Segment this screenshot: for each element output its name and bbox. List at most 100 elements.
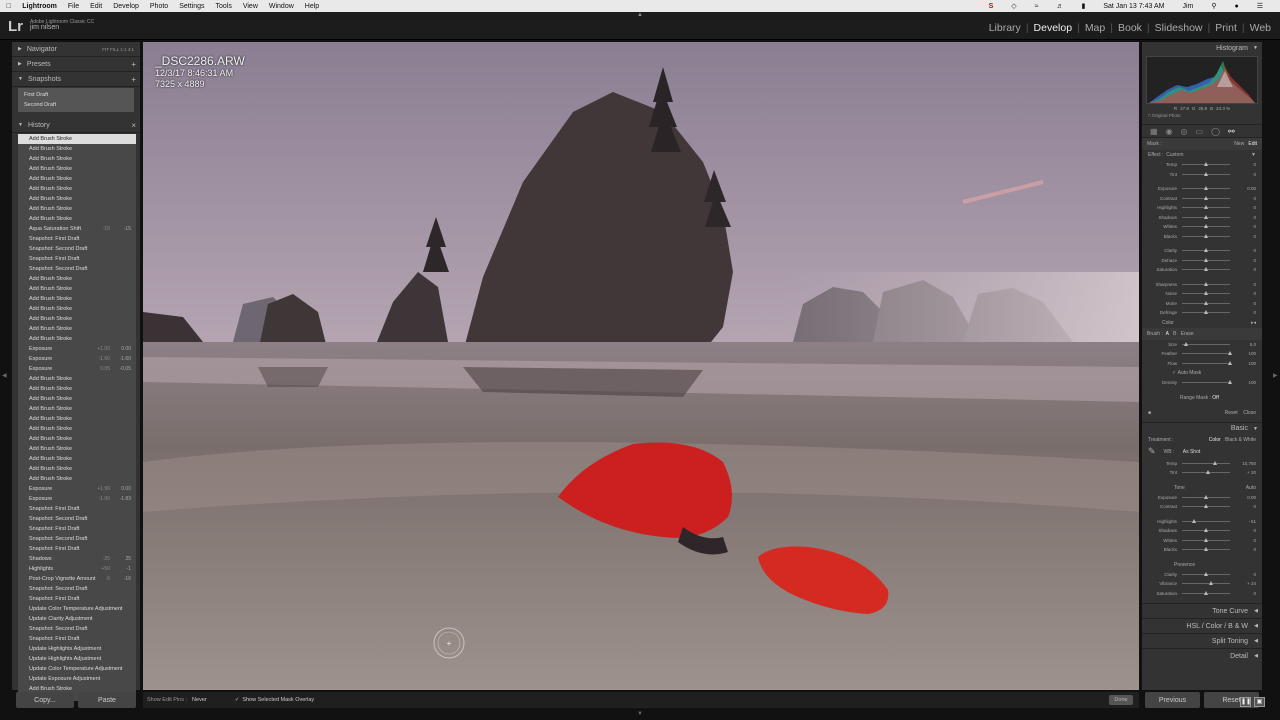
mask-new[interactable]: New xyxy=(1234,141,1244,147)
slider-value[interactable]: 0 xyxy=(1253,547,1256,552)
crop-icon[interactable]: ▦ xyxy=(1150,127,1158,136)
slider-thumb[interactable] xyxy=(1203,281,1208,286)
radial-filter-icon[interactable]: ◯ xyxy=(1211,127,1220,136)
history-item[interactable]: Add Brush Stroke xyxy=(18,374,136,384)
snapshot-item[interactable]: First Draft xyxy=(24,90,128,100)
slider-value[interactable]: 5.0 xyxy=(1250,342,1256,347)
battery-icon[interactable]: ▮ xyxy=(1081,2,1085,10)
slider-thumb[interactable] xyxy=(1203,310,1208,314)
module-slideshow[interactable]: Slideshow xyxy=(1150,22,1208,34)
slider-thumb[interactable] xyxy=(1203,547,1208,551)
history-item[interactable]: Snapshot: First Draft xyxy=(18,594,136,604)
slider-value[interactable]: 0 xyxy=(1253,248,1256,253)
slider-thumb[interactable] xyxy=(1227,380,1232,384)
module-develop[interactable]: Develop xyxy=(1029,22,1078,34)
history-item[interactable]: Add Brush Stroke xyxy=(18,424,136,434)
slider-value[interactable]: 0 xyxy=(1253,572,1256,577)
history-item[interactable]: Snapshot: Second Draft xyxy=(18,244,136,254)
history-item[interactable]: Snapshot: Second Draft xyxy=(18,584,136,594)
slider-value[interactable]: 100 xyxy=(1248,351,1256,356)
history-item[interactable]: Snapshot: Second Draft xyxy=(18,534,136,544)
slider-thumb[interactable] xyxy=(1203,162,1208,166)
slider-value[interactable]: 0 xyxy=(1253,591,1256,596)
history-item[interactable]: Add Brush Stroke xyxy=(18,284,136,294)
previous-button[interactable]: Previous xyxy=(1145,692,1200,708)
slider-value[interactable]: 0 xyxy=(1253,172,1256,177)
copy-button[interactable]: Copy... xyxy=(16,692,74,708)
history-item[interactable]: Snapshot: First Draft xyxy=(18,254,136,264)
histogram-header[interactable]: Histogram ▼ xyxy=(1142,42,1262,54)
brush-erase[interactable]: Erase xyxy=(1181,331,1194,337)
history-item[interactable]: Exposure +1.00 0.00 xyxy=(18,344,136,354)
history-item[interactable]: Snapshot: First Draft xyxy=(18,234,136,244)
effect-toggle-icon[interactable]: ▼ xyxy=(1251,152,1256,158)
slider-thumb[interactable] xyxy=(1203,528,1208,532)
history-item[interactable]: Update Clarity Adjustment xyxy=(18,614,136,624)
history-item[interactable]: Add Brush Stroke xyxy=(18,154,136,164)
history-item[interactable]: Snapshot: First Draft xyxy=(18,634,136,644)
user-name[interactable]: Jim xyxy=(1182,3,1193,10)
adjustment-brush-icon[interactable]: ⚯ xyxy=(1228,127,1235,136)
color-swatch[interactable]: ▸◂ xyxy=(1251,320,1256,326)
spotlight-icon[interactable]: ⚲ xyxy=(1211,2,1216,10)
wifi-icon[interactable]: ≈ xyxy=(1035,3,1039,10)
module-library[interactable]: Library xyxy=(984,22,1026,34)
clock[interactable]: Sat Jan 13 7:43 AM xyxy=(1103,3,1164,10)
slider-thumb[interactable] xyxy=(1227,360,1232,365)
history-item[interactable]: Add Brush Stroke xyxy=(18,174,136,184)
history-item[interactable]: Highlights +50 -1 xyxy=(18,564,136,574)
panel-switch-icon[interactable]: ■ xyxy=(1148,410,1151,416)
tone-curve-header[interactable]: Tone Curve ◀ xyxy=(1142,603,1262,618)
history-item[interactable]: Update Color Temperature Adjustment xyxy=(18,664,136,674)
siri-icon[interactable]: ● xyxy=(1234,3,1238,10)
close-link[interactable]: Close xyxy=(1243,410,1256,416)
slider-track[interactable] xyxy=(1182,343,1230,345)
original-photo-label[interactable]: □ Original Photo xyxy=(1142,113,1262,118)
mask-overlay-checkbox[interactable]: ✓ xyxy=(235,697,240,703)
slider-thumb[interactable] xyxy=(1203,195,1208,200)
slider-thumb[interactable] xyxy=(1209,581,1214,585)
slider-value[interactable]: 100 xyxy=(1248,380,1256,385)
slider-thumb[interactable] xyxy=(1203,267,1208,271)
status-icon[interactable]: S xyxy=(989,3,994,10)
history-item[interactable]: Snapshot: Second Draft xyxy=(18,624,136,634)
history-item[interactable]: Snapshot: First Draft xyxy=(18,504,136,514)
slider-value[interactable]: + 20 xyxy=(1247,470,1256,475)
history-item[interactable]: Exposure -1.60 -1.60 xyxy=(18,354,136,364)
spot-removal-icon[interactable]: ◉ xyxy=(1166,127,1173,136)
slider-value[interactable]: - 51 xyxy=(1248,519,1256,524)
menu-photo[interactable]: Photo xyxy=(150,3,168,10)
auto-mask-checkbox[interactable]: ✓ xyxy=(1148,370,1176,376)
slider-thumb[interactable] xyxy=(1203,291,1208,295)
slider-value[interactable]: 0 xyxy=(1253,504,1256,509)
menu-view[interactable]: View xyxy=(243,3,258,10)
detail-header[interactable]: Detail ◀ xyxy=(1142,648,1262,663)
slider-value[interactable]: + 24 xyxy=(1247,581,1256,586)
volume-icon[interactable]: ♬ xyxy=(1056,3,1063,10)
history-item[interactable]: Add Brush Stroke xyxy=(18,404,136,414)
slider-thumb[interactable] xyxy=(1203,590,1208,595)
slider-value[interactable]: 0 xyxy=(1253,291,1256,296)
treatment-bw[interactable]: Black & White xyxy=(1225,437,1256,443)
slider-track[interactable] xyxy=(1182,520,1230,522)
slider-thumb[interactable] xyxy=(1203,224,1208,228)
hsl-header[interactable]: HSL / Color / B & W ◀ xyxy=(1142,618,1262,633)
history-item[interactable]: Snapshot: Second Draft xyxy=(18,514,136,524)
slider-value[interactable]: 0.00 xyxy=(1247,495,1256,500)
slider-thumb[interactable] xyxy=(1203,494,1208,499)
slider-thumb[interactable] xyxy=(1227,351,1232,355)
history-item[interactable]: Aqua Saturation Shift -15 -15 xyxy=(18,224,136,234)
paste-button[interactable]: Paste xyxy=(78,692,136,708)
show-pins-select[interactable]: Never xyxy=(192,697,207,703)
apple-icon[interactable]:  xyxy=(6,3,11,10)
history-item[interactable]: Add Brush Stroke xyxy=(18,274,136,284)
done-button[interactable]: Done xyxy=(1109,695,1133,705)
dropbox-icon[interactable]: ◇ xyxy=(1011,2,1016,10)
slider-thumb[interactable] xyxy=(1205,470,1210,474)
history-item[interactable]: Add Brush Stroke xyxy=(18,474,136,484)
history-item[interactable]: Add Brush Stroke xyxy=(18,134,136,144)
history-item[interactable]: Add Brush Stroke xyxy=(18,184,136,194)
history-item[interactable]: Snapshot: First Draft xyxy=(18,524,136,534)
history-item[interactable]: Add Brush Stroke xyxy=(18,144,136,154)
range-mask-select[interactable]: Off xyxy=(1212,395,1219,401)
